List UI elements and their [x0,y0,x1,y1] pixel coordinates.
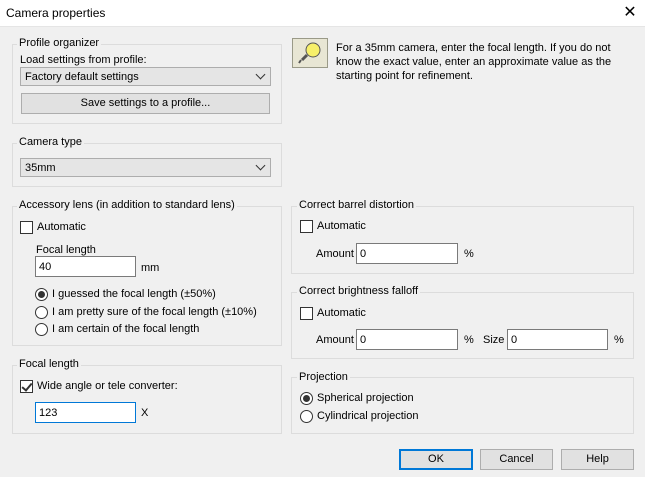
brightness-size-value: 0 [511,334,518,346]
brightness-automatic-label: Automatic [317,307,366,319]
profile-organizer-legend: Profile organizer [17,37,102,49]
converter-value: 123 [39,407,58,419]
radio-guessed-label: I guessed the focal length (±50%) [52,288,216,300]
save-profile-button-label: Save settings to a profile... [80,97,211,109]
barrel-amount-input[interactable]: 0 [356,243,458,264]
converter-checkbox[interactable] [20,380,33,393]
title-bar: Camera properties ✕ [0,0,645,27]
converter-input[interactable]: 123 [35,402,136,423]
cancel-button-label: Cancel [499,453,534,465]
profile-select[interactable]: Factory default settings [20,67,271,86]
tip-text-line2: know the exact value, enter an approxima… [336,56,612,68]
ok-button-label: OK [428,453,444,465]
converter-unit: X [141,407,149,419]
focal-length-legend: Focal length [17,358,81,370]
brightness-size-input[interactable]: 0 [507,329,608,350]
accessory-focal-label: Focal length [36,244,96,256]
tip-text-line1: For a 35mm camera, enter the focal lengt… [336,42,611,54]
accessory-focal-unit: mm [141,262,160,274]
camera-type-value: 35mm [25,162,56,174]
window-title: Camera properties [6,6,106,20]
radio-guessed[interactable] [35,288,48,301]
accessory-automatic-label: Automatic [37,221,86,233]
chevron-down-icon [255,69,266,80]
help-button-label: Help [586,453,609,465]
radio-certain-label: I am certain of the focal length [52,323,200,335]
cancel-button[interactable]: Cancel [480,449,553,470]
chevron-down-icon [255,160,266,171]
radio-dot [303,395,310,402]
checkmark-icon [21,380,33,392]
focal-length-group [12,365,282,434]
lightbulb-icon [292,38,328,68]
converter-label: Wide angle or tele converter: [37,380,178,392]
accessory-focal-value: 40 [39,261,52,273]
camera-type-legend: Camera type [17,136,84,148]
brightness-size-label: Size [483,334,505,346]
barrel-automatic-label: Automatic [317,220,366,232]
close-icon[interactable]: ✕ [615,0,645,26]
brightness-falloff-legend: Correct brightness falloff [297,285,421,297]
accessory-focal-input[interactable]: 40 [35,256,136,277]
barrel-distortion-group [291,206,634,274]
radio-cylindrical-label: Cylindrical projection [317,410,419,422]
radio-cylindrical[interactable] [300,410,313,423]
barrel-amount-unit: % [464,248,474,260]
barrel-automatic-checkbox[interactable] [300,220,313,233]
ok-button[interactable]: OK [399,449,473,470]
barrel-distortion-legend: Correct barrel distortion [297,199,416,211]
barrel-amount-value: 0 [360,248,367,260]
barrel-amount-label: Amount [316,248,354,260]
projection-legend: Projection [297,371,350,383]
brightness-size-unit: % [614,334,624,346]
camera-type-select[interactable]: 35mm [20,158,271,177]
radio-spherical[interactable] [300,392,313,405]
load-profile-label: Load settings from profile: [20,54,147,66]
projection-group [291,377,634,434]
profile-select-value: Factory default settings [25,71,139,83]
brightness-amount-value: 0 [360,334,367,346]
accessory-lens-legend: Accessory lens (in addition to standard … [17,199,237,211]
radio-dot [38,291,45,298]
radio-pretty-sure-label: I am pretty sure of the focal length (±1… [52,306,257,318]
tip-text-line3: starting point for refinement. [336,70,473,82]
brightness-amount-label: Amount [316,334,354,346]
accessory-automatic-checkbox[interactable] [20,221,33,234]
radio-spherical-label: Spherical projection [317,392,414,404]
help-button[interactable]: Help [561,449,634,470]
save-profile-button[interactable]: Save settings to a profile... [21,93,270,114]
radio-pretty-sure[interactable] [35,306,48,319]
brightness-amount-input[interactable]: 0 [356,329,458,350]
brightness-automatic-checkbox[interactable] [300,307,313,320]
radio-certain[interactable] [35,323,48,336]
brightness-amount-unit: % [464,334,474,346]
